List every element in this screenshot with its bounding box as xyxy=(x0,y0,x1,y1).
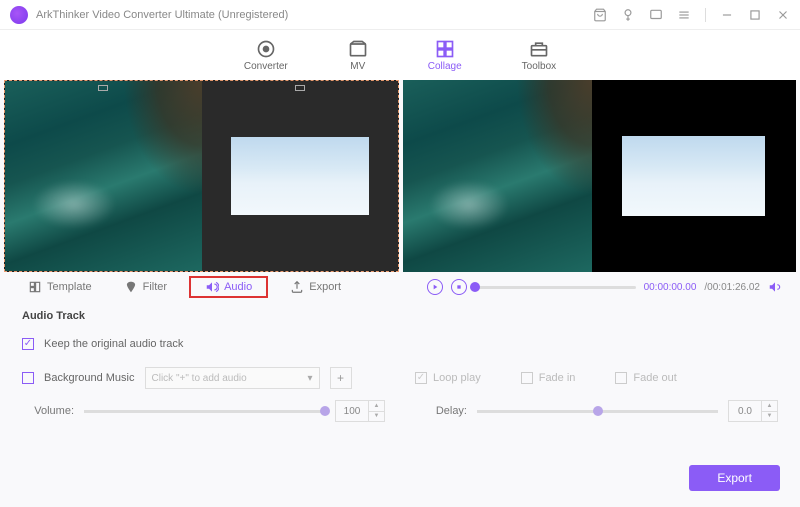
divider xyxy=(705,8,706,22)
filter-icon xyxy=(124,280,138,294)
export-button[interactable]: Export xyxy=(689,465,780,491)
audio-panel: Audio Track Keep the original audio trac… xyxy=(0,296,800,436)
preview-panel xyxy=(403,80,796,272)
timeline-handle[interactable] xyxy=(470,282,480,292)
fadeout-label: Fade out xyxy=(633,372,676,384)
audio-icon xyxy=(205,280,219,294)
mv-icon xyxy=(348,39,368,59)
subtab-template[interactable]: Template xyxy=(18,276,102,298)
add-audio-button[interactable]: + xyxy=(330,367,352,389)
tab-label: Collage xyxy=(428,61,462,72)
edit-panel[interactable] xyxy=(4,80,399,272)
fadein-checkbox[interactable] xyxy=(521,372,533,384)
titlebar: ArkThinker Video Converter Ultimate (Unr… xyxy=(0,0,800,30)
controls-row: Template Filter Audio Export 00:00:00.00… xyxy=(0,272,800,296)
slider-handle[interactable] xyxy=(593,406,603,416)
maximize-icon[interactable] xyxy=(748,8,762,22)
loop-checkbox[interactable] xyxy=(415,372,427,384)
workspace xyxy=(0,80,800,272)
video-thumbnail xyxy=(622,136,765,216)
video-thumbnail xyxy=(403,80,592,272)
delay-spinner[interactable]: ▲▼ xyxy=(728,400,778,422)
preview-slot-2 xyxy=(592,80,796,272)
spin-up[interactable]: ▲ xyxy=(369,401,384,412)
preview-controls: 00:00:00.00/00:01:26.02 xyxy=(427,279,782,295)
app-logo xyxy=(10,6,28,24)
fadeout-checkbox[interactable] xyxy=(615,372,627,384)
menu-icon[interactable] xyxy=(677,8,691,22)
delay-input[interactable] xyxy=(729,401,761,421)
feedback-icon[interactable] xyxy=(649,8,663,22)
volume-slider[interactable] xyxy=(84,410,325,413)
resize-handle[interactable] xyxy=(295,85,305,91)
close-icon[interactable] xyxy=(776,8,790,22)
bg-music-checkbox[interactable] xyxy=(22,372,34,384)
fadein-label: Fade in xyxy=(539,372,576,384)
tab-label: Toolbox xyxy=(522,61,556,72)
delay-label: Delay: xyxy=(415,405,467,417)
subtabs: Template Filter Audio Export xyxy=(18,276,351,298)
play-button[interactable] xyxy=(427,279,443,295)
video-thumbnail xyxy=(231,137,369,214)
timeline-slider[interactable] xyxy=(475,286,636,289)
tab-collage[interactable]: Collage xyxy=(428,39,462,72)
time-total: /00:01:26.02 xyxy=(704,282,760,293)
subtab-label: Audio xyxy=(224,281,252,293)
bg-music-combo[interactable]: Click "+" to add audio xyxy=(145,367,320,389)
tab-label: Converter xyxy=(244,61,288,72)
tab-converter[interactable]: Converter xyxy=(244,39,288,72)
subtab-audio[interactable]: Audio xyxy=(189,276,268,298)
subtab-label: Export xyxy=(309,281,341,293)
template-icon xyxy=(28,280,42,294)
subtab-label: Template xyxy=(47,281,92,293)
volume-label: Volume: xyxy=(22,405,74,417)
stop-button[interactable] xyxy=(451,279,467,295)
combo-placeholder: Click "+" to add audio xyxy=(152,373,247,384)
footer: Export xyxy=(689,465,780,491)
audio-heading: Audio Track xyxy=(22,310,778,322)
loop-label: Loop play xyxy=(433,372,481,384)
bg-music-label: Background Music xyxy=(44,372,135,384)
spin-down[interactable]: ▼ xyxy=(762,412,777,422)
volume-spinner[interactable]: ▲▼ xyxy=(335,400,385,422)
tab-label: MV xyxy=(350,61,365,72)
export-icon xyxy=(290,280,304,294)
delay-slider[interactable] xyxy=(477,410,718,413)
cart-icon[interactable] xyxy=(593,8,607,22)
clip-slot-2[interactable] xyxy=(202,81,399,271)
converter-icon xyxy=(256,39,276,59)
toolbox-icon xyxy=(529,39,549,59)
video-thumbnail xyxy=(5,81,202,271)
key-icon[interactable] xyxy=(621,8,635,22)
preview-slot-1 xyxy=(403,80,592,272)
spin-up[interactable]: ▲ xyxy=(762,401,777,412)
keep-original-label: Keep the original audio track xyxy=(44,338,183,350)
subtab-export[interactable]: Export xyxy=(280,276,351,298)
tab-toolbox[interactable]: Toolbox xyxy=(522,39,556,72)
time-current: 00:00:00.00 xyxy=(644,282,697,293)
subtab-filter[interactable]: Filter xyxy=(114,276,177,298)
tab-mv[interactable]: MV xyxy=(348,39,368,72)
clip-slot-1[interactable] xyxy=(5,81,202,271)
volume-input[interactable] xyxy=(336,401,368,421)
main-tabs: Converter MV Collage Toolbox xyxy=(0,30,800,80)
collage-icon xyxy=(435,39,455,59)
volume-icon[interactable] xyxy=(768,280,782,294)
minimize-icon[interactable] xyxy=(720,8,734,22)
spin-down[interactable]: ▼ xyxy=(369,412,384,422)
slider-handle[interactable] xyxy=(320,406,330,416)
app-title: ArkThinker Video Converter Ultimate (Unr… xyxy=(36,9,593,21)
subtab-label: Filter xyxy=(143,281,167,293)
resize-handle[interactable] xyxy=(98,85,108,91)
keep-original-checkbox[interactable] xyxy=(22,338,34,350)
